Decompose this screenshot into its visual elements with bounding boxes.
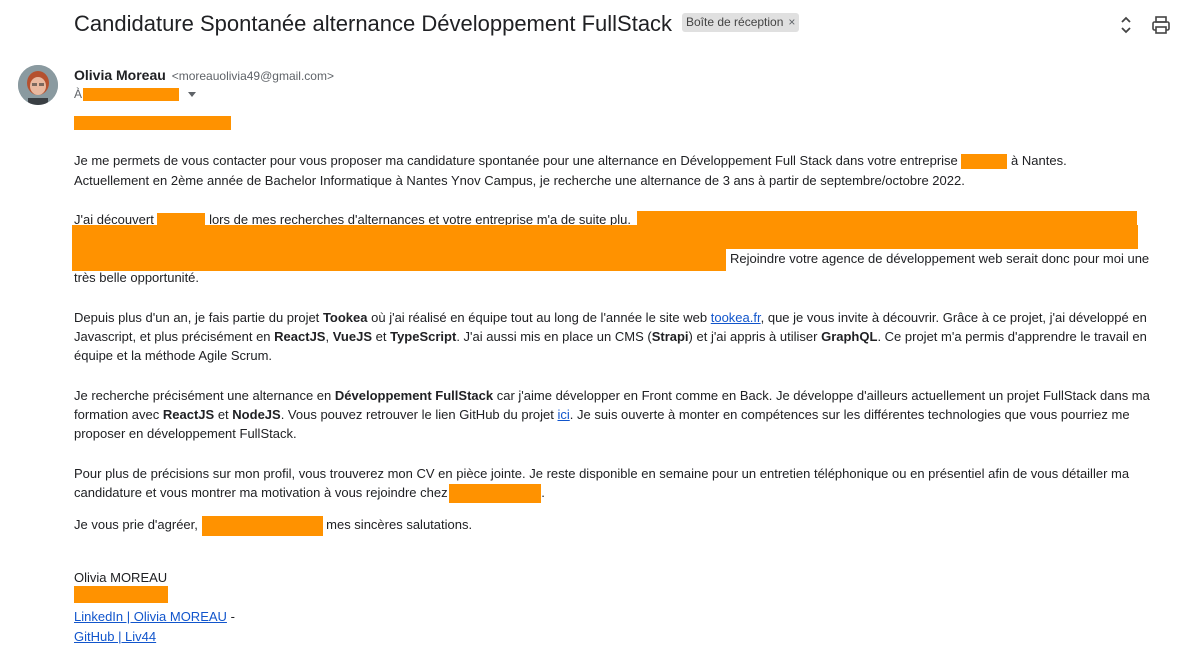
paragraph-3-line-1: Depuis plus d'un an, je fais partie du p…	[74, 308, 1147, 328]
text: NodeJS	[232, 407, 281, 422]
signature-linkedin-line: LinkedIn | Olivia MOREAU -	[74, 607, 235, 627]
paragraph-4-line-2: formation avec ReactJS et NodeJS. Vous p…	[74, 405, 1130, 425]
paragraph-4-line-1: Je recherche précisément une alternance …	[74, 386, 1150, 406]
text: . Je suis ouverte à monter en compétence…	[569, 407, 1130, 422]
text: candidature et vous montrer ma motivatio…	[74, 485, 448, 500]
paragraph-5-line-1: Pour plus de précisions sur mon profil, …	[74, 466, 1130, 481]
text: . J'ai aussi mis en place un CMS (	[456, 329, 652, 344]
paragraph-2-line-3: Rejoindre votre agence de développement …	[730, 251, 1150, 266]
text: Je vous prie d'agréer,	[74, 517, 198, 532]
company-redaction	[449, 484, 542, 504]
text: et	[217, 407, 229, 422]
github-project-link[interactable]: ici	[557, 407, 569, 422]
text: . Ce projet m'a permis d'apprendre le tr…	[877, 329, 1147, 344]
text-redaction	[637, 211, 1137, 225]
text: à Nantes.	[1011, 153, 1067, 168]
paragraph-4-line-3: proposer en développement FullStack.	[74, 426, 297, 441]
text: Je recherche précisément une alternance …	[74, 388, 332, 403]
text: ReactJS	[162, 407, 215, 422]
text: -	[230, 609, 235, 624]
greeting-redaction	[74, 116, 231, 130]
signature-name: Olivia MOREAU	[74, 570, 168, 585]
recipient-redaction	[201, 515, 323, 536]
sender-name: Olivia Moreau	[74, 67, 166, 83]
inbox-label-text: Boîte de réception	[686, 15, 784, 29]
text: Tookea	[322, 310, 368, 325]
recipient-line: À	[74, 87, 197, 102]
text: , que je vous invite à découvrir. Grâce …	[760, 310, 1147, 325]
paragraph-1-line-2: Actuellement en 2ème année de Bachelor I…	[74, 173, 965, 188]
text: ,	[325, 329, 330, 344]
signature-redaction	[74, 586, 168, 603]
text: Strapi	[651, 329, 689, 344]
text: .	[541, 485, 545, 500]
text: où j'ai réalisé en équipe tout au long d…	[371, 310, 708, 325]
print-icon[interactable]	[1150, 14, 1172, 36]
text: et	[375, 329, 387, 344]
text: Depuis plus d'un an, je fais partie du p…	[74, 310, 320, 325]
text: ReactJS	[274, 329, 326, 344]
avatar-photo	[18, 65, 58, 105]
sender-email: <moreauolivia49@gmail.com>	[171, 69, 334, 83]
text: mes sincères salutations.	[326, 517, 473, 532]
text: TypeScript	[390, 329, 457, 344]
inbox-label-chip[interactable]: Boîte de réception ×	[682, 13, 800, 32]
text: Javascript, et plus précisément en	[74, 329, 271, 344]
text: Développement FullStack	[334, 388, 494, 403]
text: formation avec	[74, 407, 160, 422]
email-subject: Candidature Spontanée alternance Dévelop…	[74, 11, 673, 36]
tookea-link[interactable]: tookea.fr	[711, 310, 761, 325]
text: car j'aime développer en Front comme en …	[496, 388, 1150, 403]
closing-line: Je vous prie d'agréer, mes sincères salu…	[74, 515, 472, 536]
text-redaction	[72, 225, 1138, 249]
linkedin-link[interactable]: LinkedIn | Olivia MOREAU	[74, 609, 227, 624]
paragraph-3-line-2: Javascript, et plus précisément en React…	[74, 327, 1147, 347]
to-prefix: À	[74, 87, 83, 101]
expand-collapse-icon[interactable]	[1115, 14, 1137, 36]
company-redaction	[961, 154, 1008, 170]
text: GraphQL	[821, 329, 878, 344]
paragraph-3-line-3: équipe et la méthode Agile Scrum.	[74, 348, 273, 363]
sender-line: Olivia Moreau <moreauolivia49@gmail.com>	[74, 67, 334, 83]
signature-github-line: GitHub | Liv44	[74, 627, 156, 647]
text: VueJS	[332, 329, 372, 344]
subject-row: Candidature Spontanée alternance Dévelop…	[74, 8, 1179, 42]
paragraph-1-line-1: Je me permets de vous contacter pour vou…	[74, 151, 1067, 171]
paragraph-5-line-2: candidature et vous montrer ma motivatio…	[74, 483, 545, 504]
recipient-redaction	[83, 88, 180, 102]
sender-avatar[interactable]	[18, 65, 58, 105]
remove-label-icon[interactable]: ×	[788, 15, 795, 29]
text: Je me permets de vous contacter pour vou…	[74, 153, 958, 168]
text: . Vous pouvez retrouver le lien GitHub d…	[280, 407, 554, 422]
paragraph-2-line-4: très belle opportunité.	[74, 270, 200, 285]
dropdown-caret-icon[interactable]	[188, 92, 197, 98]
github-link[interactable]: GitHub | Liv44	[74, 629, 156, 644]
text: ) et j'ai appris à utiliser	[688, 329, 818, 344]
